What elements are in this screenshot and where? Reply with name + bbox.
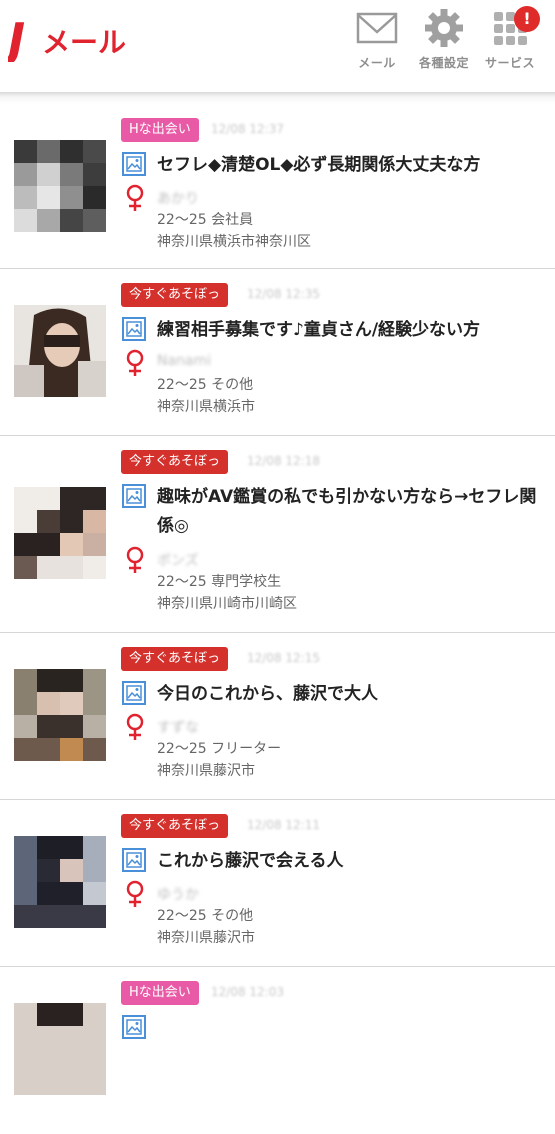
post-time: 12/08 12:37: [211, 122, 284, 136]
avatar: [14, 487, 106, 579]
photo-icon: [122, 317, 146, 341]
post-time: 12/08 12:03: [211, 985, 284, 999]
user-name[interactable]: すずな: [157, 717, 199, 737]
female-icon: [124, 184, 146, 212]
female-icon: [124, 713, 146, 741]
location: 神奈川県横浜市: [157, 399, 255, 415]
female-icon: [124, 880, 146, 908]
photo-icon: [122, 681, 146, 705]
svg-text:メール: メール: [42, 26, 126, 59]
notification-badge: !: [514, 6, 540, 32]
nav-services-label: サービス: [485, 56, 536, 70]
location: 神奈川県藤沢市: [157, 930, 255, 946]
mail-icon: [355, 8, 399, 48]
female-icon: [124, 349, 146, 377]
age-occupation: 22～25 フリーター: [157, 741, 282, 757]
nav-mail-label: メール: [358, 56, 396, 70]
user-name[interactable]: ゆうか: [157, 884, 199, 904]
post-time: 12/08 12:35: [247, 287, 320, 301]
gear-icon: [422, 8, 466, 48]
avatar: [14, 305, 106, 397]
photo-icon: [122, 484, 146, 508]
list-item[interactable]: Hな出会い 12/08 12:03: [0, 967, 555, 1134]
age-occupation: 22～25 その他: [157, 908, 254, 924]
app-header: J メール メール 各種設定 ! サービス: [0, 0, 555, 92]
nav-mail[interactable]: メール: [355, 8, 399, 71]
category-tag[interactable]: Hな出会い: [121, 118, 199, 142]
avatar: [14, 140, 106, 232]
jmail-logo[interactable]: J メール: [0, 12, 138, 67]
user-name[interactable]: Nanami: [157, 353, 211, 369]
location: 神奈川県川崎市川崎区: [157, 596, 297, 612]
post-list: Hな出会い 12/08 12:37 セフレ◆清楚OL◆必ず長期関係大丈夫な方 あ…: [0, 104, 555, 1134]
post-time: 12/08 12:15: [247, 651, 320, 665]
category-tag[interactable]: 今すぐあそぼっ: [121, 814, 229, 838]
female-icon: [124, 546, 146, 574]
category-tag[interactable]: 今すぐあそぼっ: [121, 283, 229, 307]
list-item[interactable]: Hな出会い 12/08 12:37 セフレ◆清楚OL◆必ず長期関係大丈夫な方 あ…: [0, 104, 555, 269]
location: 神奈川県藤沢市: [157, 763, 255, 779]
grid-icon: !: [488, 6, 540, 48]
user-name[interactable]: あかり: [157, 188, 199, 208]
category-tag[interactable]: 今すぐあそぼっ: [121, 647, 229, 671]
photo-icon: [122, 848, 146, 872]
post-title[interactable]: これから藤沢で会える人: [157, 847, 537, 876]
svg-text:J: J: [8, 13, 25, 62]
list-item[interactable]: 今すぐあそぼっ 12/08 12:18 趣味がAV鑑賞の私でも引かない方なら→セ…: [0, 436, 555, 633]
post-time: 12/08 12:11: [247, 818, 320, 832]
category-tag[interactable]: 今すぐあそぼっ: [121, 450, 229, 474]
list-item[interactable]: 今すぐあそぼっ 12/08 12:11 これから藤沢で会える人 ゆうか 22～2…: [0, 800, 555, 967]
age-occupation: 22～25 会社員: [157, 212, 254, 228]
post-time: 12/08 12:18: [247, 454, 320, 468]
list-item[interactable]: 今すぐあそぼっ 12/08 12:35 練習相手募集です♪童貞さん/経験少ない方…: [0, 269, 555, 436]
location: 神奈川県横浜市神奈川区: [157, 234, 311, 250]
age-occupation: 22～25 その他: [157, 377, 254, 393]
header-shadow: [0, 92, 555, 104]
post-title[interactable]: 今日のこれから、藤沢で大人: [157, 680, 537, 709]
age-occupation: 22～25 専門学校生: [157, 574, 282, 590]
list-item[interactable]: 今すぐあそぼっ 12/08 12:15 今日のこれから、藤沢で大人 すずな 22…: [0, 633, 555, 800]
avatar: [14, 836, 106, 928]
photo-icon: [122, 1015, 146, 1039]
avatar: [14, 669, 106, 761]
photo-icon: [122, 152, 146, 176]
post-title[interactable]: 趣味がAV鑑賞の私でも引かない方なら→セフレ関係◎: [157, 483, 537, 541]
category-tag[interactable]: Hな出会い: [121, 981, 199, 1005]
nav-services[interactable]: ! サービス: [485, 6, 540, 71]
nav-settings[interactable]: 各種設定: [419, 8, 469, 71]
user-name[interactable]: ポンズ: [157, 550, 199, 570]
post-title[interactable]: 練習相手募集です♪童貞さん/経験少ない方: [157, 316, 537, 345]
nav-settings-label: 各種設定: [419, 56, 470, 70]
avatar: [14, 1003, 106, 1095]
post-title[interactable]: セフレ◆清楚OL◆必ず長期関係大丈夫な方: [157, 151, 537, 180]
